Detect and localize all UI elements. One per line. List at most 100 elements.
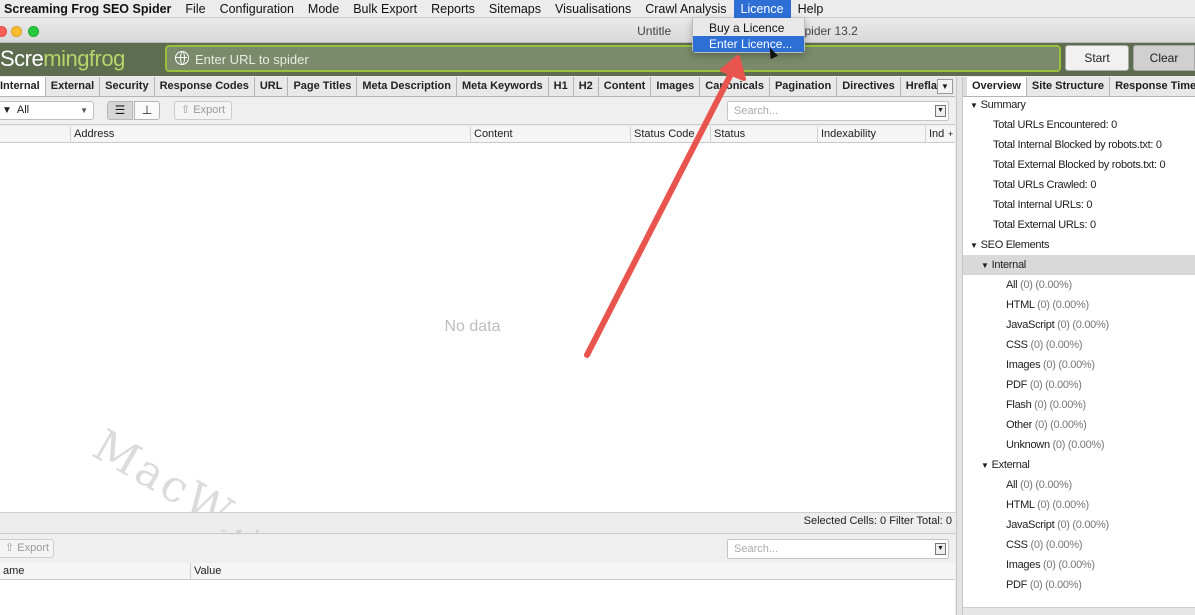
right-panel-scrollbar[interactable] [963,607,1195,615]
col-value[interactable]: Value [190,563,955,580]
tab-external[interactable]: External [45,77,101,96]
search-input[interactable] [734,104,928,118]
tab-site-structure[interactable]: Site Structure [1026,77,1111,96]
status-text: Selected Cells: 0 Filter Total: 0 [803,515,952,527]
export-button[interactable]: ⇧ Export [174,101,232,120]
tree-item[interactable]: All (0) (0.00%) [963,475,1195,495]
menu-item-enter-licence[interactable]: Enter Licence... [693,36,804,52]
tree-item[interactable]: PDF (0) (0.00%) [963,375,1195,395]
lower-export-button[interactable]: ⇧ Export [0,539,54,558]
tab-h2[interactable]: H2 [573,77,599,96]
menu-sitemaps[interactable]: Sitemaps [482,0,548,18]
tree-item-stat: (0) (0.00%) [1030,539,1083,551]
tree-item[interactable]: Flash (0) (0.00%) [963,395,1195,415]
tab-directives[interactable]: Directives [837,77,901,96]
col-indexability-status[interactable]: Ind [925,126,945,143]
tab-overview[interactable]: Overview [967,77,1027,96]
list-view-button[interactable]: ☰ [107,101,133,120]
tree-view-button[interactable]: ⊥ [134,101,160,120]
summary-item[interactable]: Total URLs Crawled: 0 [963,175,1195,195]
summary-item[interactable]: Total Internal URLs: 0 [963,195,1195,215]
tree-item[interactable]: JavaScript (0) (0.00%) [963,515,1195,535]
col-status[interactable]: Status [710,126,817,143]
start-button[interactable]: Start [1065,45,1129,71]
summary-item[interactable]: Total Internal Blocked by robots.txt: 0 [963,135,1195,155]
tree-item[interactable]: Other (0) (0.00%) [963,415,1195,435]
menu-help[interactable]: Help [791,0,831,18]
col-address[interactable]: Address [70,126,470,143]
lower-search-input[interactable] [734,542,928,556]
expand-triangle-icon[interactable]: ▼ [981,256,989,276]
tab-url[interactable]: URL [254,77,289,96]
summary-item[interactable]: Total External Blocked by robots.txt: 0 [963,155,1195,175]
tree-item-stat: (0) (0.00%) [1043,359,1095,371]
chevron-down-icon: ▼ [80,106,88,115]
tree-item[interactable]: PDF (0) (0.00%) [963,575,1195,595]
menu-licence[interactable]: Licence [733,0,791,18]
tab-page-titles[interactable]: Page Titles [288,77,358,96]
summary-item[interactable]: Total URLs Encountered: 0 [963,115,1195,135]
tab-response-codes[interactable]: Response Codes [154,77,255,96]
tree-item[interactable]: All (0) (0.00%) [963,275,1195,295]
summary-item[interactable]: Total External URLs: 0 [963,215,1195,235]
tree-item-stat: (0) (0.00%) [1029,379,1082,391]
filter-select[interactable]: ▼ All ▼ [0,101,94,120]
tree-seo-elements[interactable]: ▼ SEO Elements [963,235,1195,255]
filter-selected: All [16,104,30,116]
tree-item-name: Images [1006,559,1041,571]
menu-bulk-export[interactable]: Bulk Export [346,0,424,18]
menu-item-buy-licence[interactable]: Buy a Licence [693,20,804,36]
menu-configuration[interactable]: Configuration [213,0,301,18]
tree-external[interactable]: ▼ External [963,455,1195,475]
clear-button[interactable]: Clear [1133,45,1195,71]
expand-triangle-icon[interactable]: ▼ [981,456,989,476]
col-content[interactable]: Content [470,126,630,143]
menu-crawl-analysis[interactable]: Crawl Analysis [638,0,733,18]
lower-search-dropdown-icon[interactable]: ▼ [935,543,946,555]
tab-security[interactable]: Security [100,77,155,96]
tree-item[interactable]: Images (0) (0.00%) [963,555,1195,575]
menu-app[interactable]: Screaming Frog SEO Spider [0,0,178,18]
tabs-overflow-chevron-icon[interactable]: ▼ [937,79,953,94]
tab-content[interactable]: Content [598,77,652,96]
tree-item[interactable]: Unknown (0) (0.00%) [963,435,1195,455]
pane-splitter[interactable] [956,77,963,615]
expand-triangle-icon[interactable]: ▼ [970,97,978,116]
search-dropdown-icon[interactable]: ▼ [935,105,946,117]
expand-triangle-icon[interactable]: ▼ [970,236,978,256]
tree-item[interactable]: JavaScript (0) (0.00%) [963,315,1195,335]
tab-canonicals[interactable]: Canonicals [700,77,770,96]
tab-meta-description[interactable]: Meta Description [357,77,457,96]
menu-reports[interactable]: Reports [424,0,482,18]
tab-response-times[interactable]: Response Times [1110,77,1195,96]
tree-item-name: PDF [1006,579,1028,591]
col-name[interactable]: ame [0,563,190,580]
url-input[interactable] [195,49,1045,69]
details-grid[interactable] [0,580,955,615]
overview-tree: ▼ Summary Total URLs Encountered: 0 Total… [963,97,1195,607]
menu-mode[interactable]: Mode [301,0,346,18]
tree-summary[interactable]: ▼ Summary [963,97,1195,115]
col-status-code[interactable]: Status Code [630,126,710,143]
menu-file[interactable]: File [178,0,212,18]
add-column-icon[interactable]: + [945,126,955,143]
col-indexability[interactable]: Indexability [817,126,925,143]
tab-pagination[interactable]: Pagination [769,77,838,96]
lower-column-header: ame Value [0,563,955,580]
tree-item-stat: (0) (0.00%) [1057,519,1109,531]
tree-internal[interactable]: ▼ Internal [963,255,1195,275]
tab-internal[interactable]: Internal [0,77,46,96]
tree-item[interactable]: HTML (0) (0.00%) [963,495,1195,515]
menu-visualisations[interactable]: Visualisations [548,0,638,18]
tab-h1[interactable]: H1 [548,77,574,96]
tree-item-stat: (0) (0.00%) [1052,439,1105,451]
tree-item[interactable]: CSS (0) (0.00%) [963,535,1195,555]
tree-item[interactable]: Images (0) (0.00%) [963,355,1195,375]
tree-item[interactable]: CSS (0) (0.00%) [963,335,1195,355]
tab-meta-keywords[interactable]: Meta Keywords [456,77,549,96]
tree-item-stat: (0) (0.00%) [1057,319,1109,331]
licence-menu: Buy a Licence Enter Licence... [692,18,805,53]
export-label: Export [193,104,226,116]
tree-item[interactable]: HTML (0) (0.00%) [963,295,1195,315]
tab-images[interactable]: Images [651,77,701,96]
